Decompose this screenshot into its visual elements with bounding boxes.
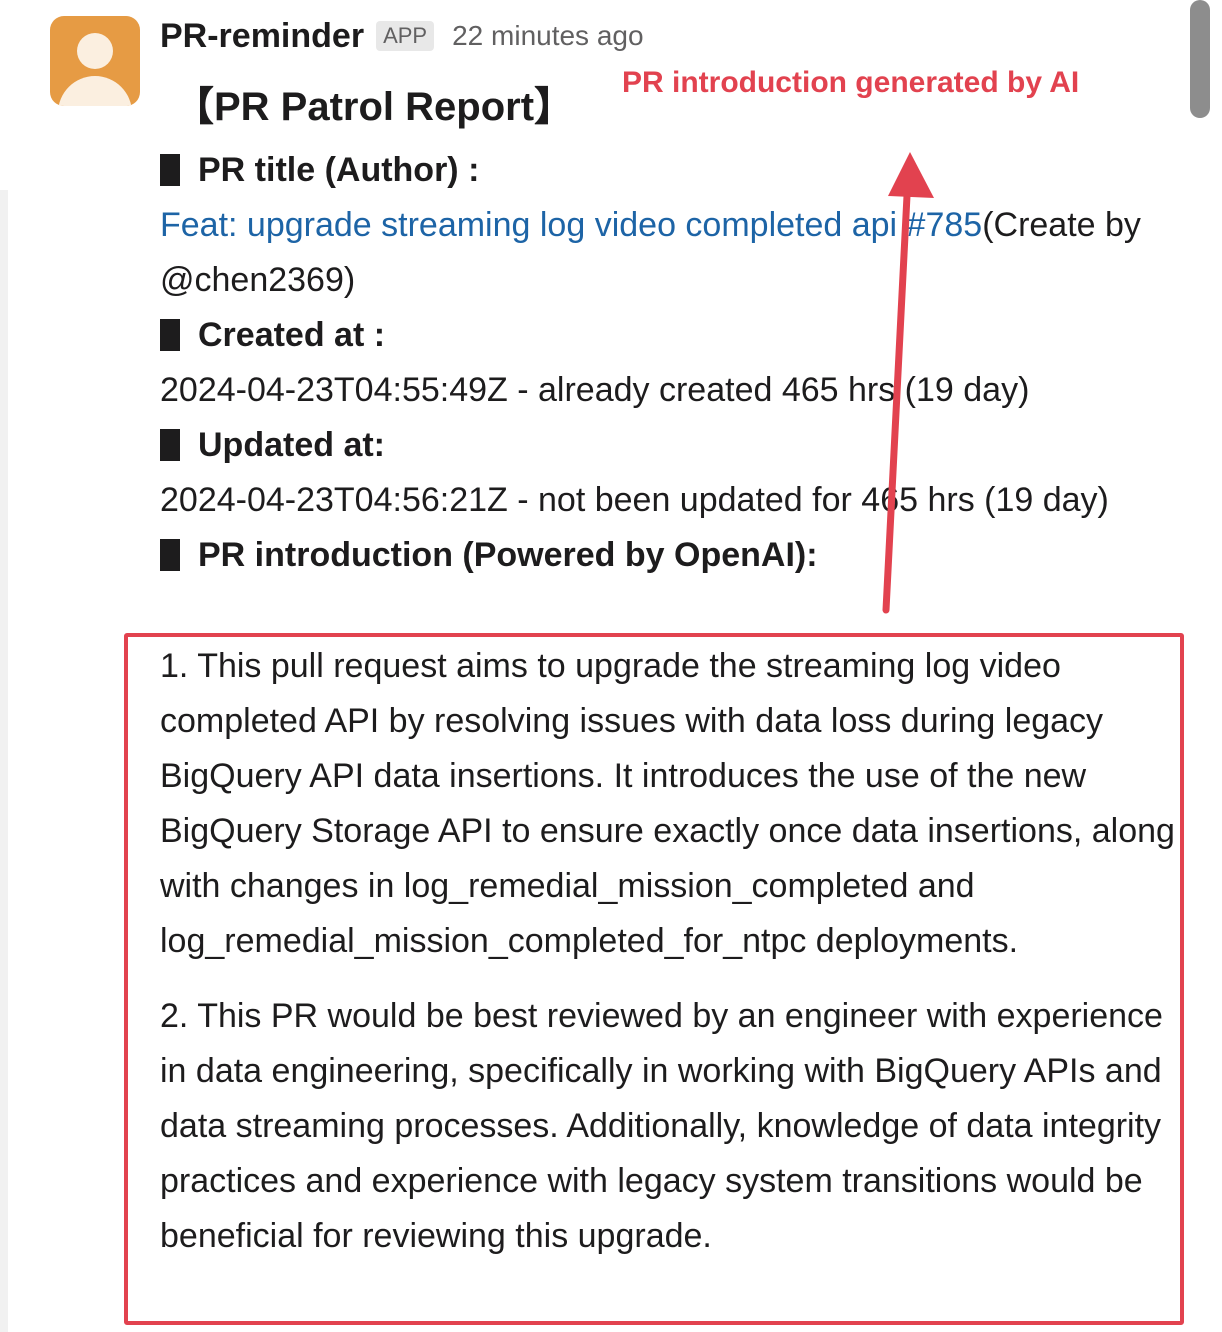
created-label-text: Created at : (198, 316, 386, 354)
pr-title-label: PR title (Author) : (160, 143, 1180, 198)
updated-label: Updated at: (160, 418, 1180, 473)
report-title: 【PR Patrol Report】 (174, 85, 575, 129)
ai-highlight-box (124, 633, 1184, 1325)
updated-value: 2024-04-23T04:56:21Z - not been updated … (160, 481, 1109, 519)
avatar-body-icon (58, 76, 132, 106)
annotation-label: PR introduction generated by AI (622, 66, 1080, 99)
bullet-bar-icon (160, 539, 180, 571)
bullet-bar-icon (160, 154, 180, 186)
intro-label-text: PR introduction (Powered by OpenAI): (198, 536, 818, 574)
pr-link[interactable]: Feat: upgrade streaming log video comple… (160, 206, 982, 244)
bot-name[interactable]: PR-reminder (160, 17, 364, 56)
message-timestamp[interactable]: 22 minutes ago (452, 20, 643, 52)
created-label: Created at : (160, 308, 1180, 363)
scrollbar-thumb[interactable] (1190, 0, 1210, 118)
pr-title-label-text: PR title (Author) : (198, 151, 480, 189)
left-gutter (0, 190, 8, 1332)
updated-label-text: Updated at: (198, 426, 385, 464)
bullet-bar-icon (160, 319, 180, 351)
created-value: 2024-04-23T04:55:49Z - already created 4… (160, 371, 1030, 409)
bot-avatar[interactable] (50, 16, 140, 106)
report-body: PR title (Author) : Feat: upgrade stream… (160, 143, 1180, 583)
scrollbar-track[interactable] (1188, 0, 1210, 1332)
app-badge: APP (376, 21, 435, 51)
message-header: PR-reminder APP 22 minutes ago (160, 12, 644, 60)
bullet-bar-icon (160, 429, 180, 461)
intro-label: PR introduction (Powered by OpenAI): (160, 528, 1180, 583)
avatar-head-icon (77, 33, 113, 69)
pr-title-value: Feat: upgrade streaming log video comple… (160, 198, 1180, 308)
arrow-up-annotation-icon (882, 152, 934, 614)
slack-message-view: PR-reminder APP 22 minutes ago 【PR Patro… (0, 0, 1222, 1332)
